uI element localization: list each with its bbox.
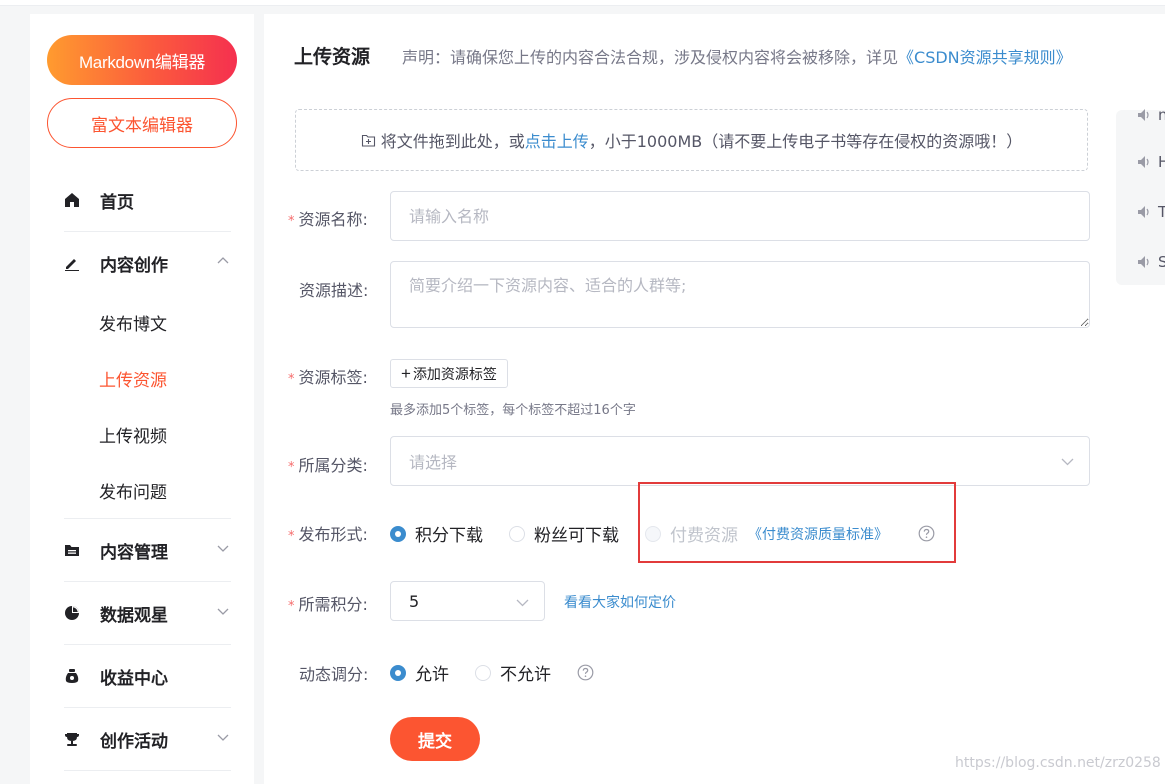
- chevron-down-icon: [516, 599, 529, 607]
- radio-dot: [509, 525, 525, 542]
- tag-hint: 最多添加5个标签，每个标签不超过16个字: [390, 403, 636, 418]
- add-tag-button[interactable]: + 添加资源标签: [390, 359, 508, 388]
- sidebar-item-content-create[interactable]: 内容创作: [30, 232, 254, 294]
- right-panel-item-label: T: [1158, 203, 1165, 221]
- right-panel-item[interactable]: n: [1136, 106, 1165, 124]
- trophy-icon: [64, 731, 80, 747]
- sidebar-item-label: 内容创作: [100, 255, 168, 276]
- right-panel-item[interactable]: S: [1136, 253, 1165, 271]
- resource-name-input[interactable]: [390, 191, 1090, 241]
- submit-button[interactable]: 提交: [390, 717, 480, 761]
- label-text: 资源标签:: [298, 368, 368, 387]
- pie-chart-icon: [64, 605, 80, 621]
- label-text: 资源名称:: [298, 210, 368, 229]
- right-panel-item-label: S: [1158, 253, 1165, 271]
- dropzone-text-pre: 将文件拖到此处，或: [380, 132, 525, 151]
- click-upload-link[interactable]: 点击上传: [525, 128, 589, 152]
- chevron-down-icon: [217, 734, 229, 741]
- rules-link[interactable]: 《CSDN资源共享规则》: [898, 48, 1072, 67]
- right-panel-item[interactable]: T: [1136, 203, 1165, 221]
- money-bag-icon: [64, 668, 80, 684]
- dynamic-label: 动态调分:: [299, 665, 369, 684]
- speaker-icon: [1138, 206, 1149, 218]
- speaker-icon: [1138, 156, 1149, 168]
- sidebar-item-data[interactable]: 数据观星: [30, 582, 254, 644]
- publish-label: * 发布形式:: [288, 525, 368, 544]
- sidebar-item-label: 首页: [100, 192, 134, 213]
- chevron-down-icon: [1061, 458, 1074, 466]
- chevron-down-icon: [217, 545, 229, 552]
- sidebar-item-activity[interactable]: 创作活动: [30, 708, 254, 770]
- radio-disallow[interactable]: 不允许: [475, 660, 551, 685]
- sidebar-subitem-upload-video[interactable]: 上传视频: [30, 406, 254, 462]
- radio-dot: [475, 664, 491, 681]
- folder-icon: [64, 542, 80, 558]
- home-icon: [64, 192, 80, 208]
- sidebar-subitem-publish-blog[interactable]: 发布博文: [30, 294, 254, 350]
- sidebar-item-home[interactable]: 首页: [30, 169, 254, 231]
- file-upload-icon: [361, 134, 375, 147]
- resource-tag-label: * 资源标签:: [288, 368, 368, 387]
- resource-name-label: * 资源名称:: [288, 210, 368, 229]
- radio-label: 不允许: [500, 665, 551, 685]
- sidebar-item-label: 收益中心: [100, 668, 168, 689]
- radio-label: 积分下载: [415, 526, 483, 546]
- radio-label: 允许: [415, 665, 449, 685]
- sidebar-subitem-publish-question[interactable]: 发布问题: [30, 462, 254, 518]
- highlight-box: [638, 482, 956, 563]
- sidebar: Markdown编辑器 富文本编辑器 首页 内容创作 发布博文 上传资源 上传视…: [30, 14, 254, 784]
- radio-dot: [390, 525, 406, 542]
- speaker-icon: [1138, 256, 1149, 268]
- points-value: 5: [409, 591, 420, 611]
- plus-icon: +: [401, 363, 411, 383]
- sidebar-nav: 首页 内容创作 发布博文 上传资源 上传视频 发布问题 内容管理 数据观星 收益…: [30, 169, 254, 771]
- richtext-editor-button[interactable]: 富文本编辑器: [47, 98, 237, 148]
- sidebar-item-label: 创作活动: [100, 731, 168, 752]
- divider: [64, 770, 231, 771]
- watermark: https://blog.csdn.net/zrz0258: [955, 755, 1161, 771]
- right-panel: n H T S: [1116, 106, 1165, 285]
- notice-body: 声明：请确保您上传的内容合法合规，涉及侵权内容将会被移除，详见: [402, 48, 899, 67]
- add-tag-label: 添加资源标签: [412, 365, 497, 382]
- page-title: 上传资源: [294, 46, 371, 68]
- radio-allow[interactable]: 允许: [390, 660, 449, 685]
- category-select[interactable]: 请选择: [390, 436, 1090, 486]
- sidebar-item-income[interactable]: 收益中心: [30, 645, 254, 707]
- sidebar-item-content-manage[interactable]: 内容管理: [30, 519, 254, 581]
- radio-label: 粉丝可下载: [534, 526, 619, 546]
- upload-dropzone[interactable]: 将文件拖到此处，或 点击上传 ，小于1000MB（请不要上传电子书等存在侵权的资源哦…: [295, 109, 1088, 171]
- right-panel-item-label: n: [1158, 106, 1165, 124]
- notice-text: 声明：请确保您上传的内容合法合规，涉及侵权内容将会被移除，详见《CSDN资源共享…: [402, 44, 1072, 68]
- pricing-link[interactable]: 看看大家如何定价: [564, 592, 676, 612]
- chevron-up-icon: [217, 257, 229, 264]
- resource-desc-label: 资源描述:: [299, 281, 369, 300]
- label-text: 所属分类:: [298, 456, 368, 475]
- top-bar: [0, 0, 1165, 6]
- dynamic-radio-group: 允许 不允许: [390, 660, 594, 685]
- right-panel-item-label: H: [1158, 153, 1165, 171]
- resource-desc-textarea[interactable]: [390, 261, 1090, 328]
- main-panel: 上传资源 声明：请确保您上传的内容合法合规，涉及侵权内容将会被移除，详见《CSD…: [264, 14, 1165, 784]
- sidebar-subitem-upload-resource[interactable]: 上传资源: [30, 350, 254, 406]
- label-text: 所需积分:: [298, 595, 368, 614]
- radio-dot: [390, 664, 406, 681]
- label-text: 发布形式:: [298, 525, 368, 544]
- radio-fans-download[interactable]: 粉丝可下载: [509, 521, 619, 546]
- help-icon[interactable]: [577, 664, 594, 681]
- sidebar-item-label: 内容管理: [100, 542, 168, 563]
- chevron-down-icon: [217, 608, 229, 615]
- speaker-icon: [1138, 109, 1149, 121]
- markdown-editor-button[interactable]: Markdown编辑器: [47, 35, 237, 85]
- points-label: * 所需积分:: [288, 595, 368, 614]
- sidebar-item-label: 数据观星: [100, 605, 168, 626]
- category-placeholder: 请选择: [409, 453, 458, 472]
- right-panel-item[interactable]: H: [1136, 153, 1165, 171]
- pen-icon: [64, 255, 80, 271]
- category-label: * 所属分类:: [288, 456, 368, 475]
- points-select[interactable]: 5: [390, 581, 545, 621]
- dropzone-text-post: ，小于1000MB（请不要上传电子书等存在侵权的资源哦！）: [588, 132, 1023, 151]
- radio-points-download[interactable]: 积分下载: [390, 521, 483, 546]
